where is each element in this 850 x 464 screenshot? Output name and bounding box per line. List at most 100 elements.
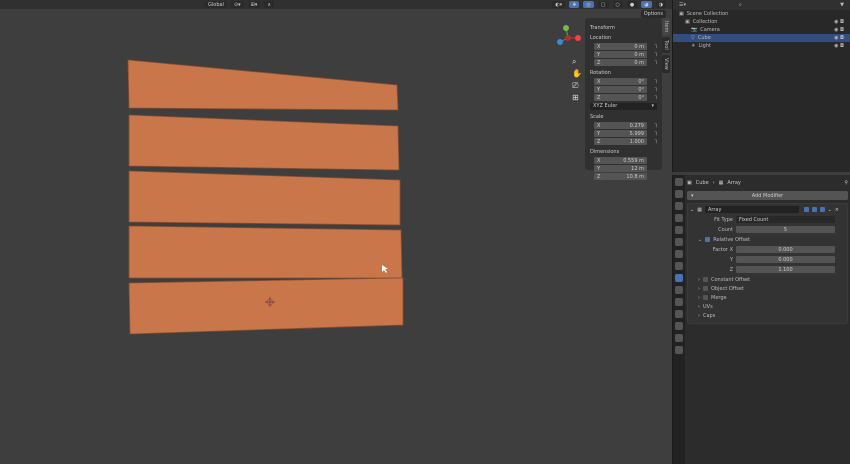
delete-icon[interactable]: ×	[835, 207, 839, 213]
scale-y-field[interactable]: Y 5.999 ⅂	[594, 130, 657, 137]
relative-offset-checkbox[interactable]	[705, 237, 711, 242]
display-mode-icon[interactable]: ☰▾	[679, 2, 686, 8]
viewport-toggle-icon[interactable]	[811, 207, 817, 212]
plank-4[interactable]	[128, 225, 403, 279]
rotation-z-field[interactable]: Z 0° ⅂	[594, 94, 657, 101]
visibility-eye-icon[interactable]: ◉ ◘	[834, 19, 844, 25]
x-axis-icon[interactable]	[575, 35, 581, 41]
outliner: ☰▾ ⌕ ▼ ▣ Scene Collection ▣ Collection ◉ ◘ 📷 Cam…	[672, 0, 850, 172]
search-icon[interactable]: ⌕	[739, 2, 742, 8]
texture-tab-icon[interactable]	[675, 346, 683, 354]
pin-icon[interactable]: ⚲	[844, 180, 848, 186]
properties-tabs	[673, 175, 685, 464]
location-z-field[interactable]: Z 0 m ⅂	[594, 59, 657, 66]
output-tab-icon[interactable]	[675, 202, 683, 210]
render-tab-icon[interactable]	[675, 190, 683, 198]
dimensions-z-field[interactable]: Z 10.8 m	[594, 173, 647, 180]
pan-hand-icon[interactable]: ✋	[572, 68, 582, 78]
particles-tab-icon[interactable]	[675, 286, 683, 294]
checkbox[interactable]	[703, 277, 708, 282]
material-tab-icon[interactable]	[675, 334, 683, 342]
tab-tool[interactable]: Tool	[662, 37, 670, 54]
navigation-gizmo[interactable]	[557, 25, 581, 45]
constraints-tab-icon[interactable]	[675, 310, 683, 318]
object-tab-icon[interactable]	[675, 262, 683, 270]
data-tab-icon[interactable]	[675, 322, 683, 330]
dimensions-x-field[interactable]: X 0.559 m	[594, 157, 647, 164]
outliner-item-collection[interactable]: ▣ Collection ◉ ◘	[673, 18, 850, 26]
modifier-name-input[interactable]: Array	[704, 206, 799, 213]
plank-2[interactable]	[128, 114, 400, 171]
rotation-y-field[interactable]: Y 0° ⅂	[594, 86, 657, 93]
value: 5.999	[629, 130, 644, 137]
lock-icon[interactable]: ⅂	[654, 95, 657, 101]
outliner-item-cube[interactable]: ▽ Cube ◉ ◘	[673, 34, 850, 42]
lock-icon[interactable]: ⅂	[654, 139, 657, 145]
world-tab-icon[interactable]	[675, 238, 683, 246]
scene-tab-icon[interactable]	[675, 226, 683, 234]
lock-icon[interactable]: ⅂	[654, 123, 657, 129]
subpanel-uvs[interactable]: › UVs	[688, 302, 847, 311]
factor-field[interactable]: 1.100	[736, 266, 835, 273]
dropdown-icon[interactable]: ⌄	[828, 207, 832, 213]
plank-3[interactable]	[128, 170, 401, 226]
plank-1[interactable]	[127, 59, 399, 111]
lock-icon[interactable]: ⅂	[654, 131, 657, 137]
visibility-eye-icon[interactable]: ◉ ◘	[834, 43, 844, 49]
transform-header[interactable]: Transform	[590, 25, 659, 31]
tab-item[interactable]: Item	[662, 18, 670, 36]
array-modifier-panel: ⌄ ▦ Array ⌄ × Fit Type Fixed Count Count 5 ⌄…	[687, 203, 848, 324]
camera-view-icon[interactable]: ⎚	[572, 81, 579, 90]
factor-field[interactable]: 0.000	[736, 256, 835, 263]
edit-mode-toggle-icon[interactable]	[803, 207, 809, 212]
physics-tab-icon[interactable]	[675, 298, 683, 306]
add-modifier-button[interactable]: ▾ Add Modifier	[687, 191, 848, 200]
y-axis-icon[interactable]	[563, 25, 569, 31]
subpanel-merge[interactable]: › Merge	[688, 293, 847, 302]
filter-icon[interactable]: ▼	[840, 2, 844, 8]
location-y-field[interactable]: Y 0 m ⅂	[594, 51, 657, 58]
visibility-eye-icon[interactable]: ◉ ◘	[834, 27, 844, 33]
tool-tab-icon[interactable]	[675, 178, 683, 186]
3d-viewport[interactable]: Global ⊙▾ ⊞▾ ∧ ◐▾ ✥ ◎ ▢ ○ ● ◕ ◑ Options …	[0, 0, 672, 464]
rotation-mode-dropdown[interactable]: XYZ Euler ▾	[590, 103, 657, 110]
checkbox[interactable]	[703, 286, 708, 291]
subpanel-object-offset[interactable]: › Object Offset	[688, 284, 847, 293]
collection-tab-icon[interactable]	[675, 250, 683, 258]
lock-icon[interactable]: ⅂	[654, 87, 657, 93]
fit-type-dropdown[interactable]: Fixed Count	[736, 216, 835, 223]
lock-icon[interactable]: ⅂	[654, 60, 657, 66]
tab-view[interactable]: View	[662, 55, 670, 73]
z-axis-icon[interactable]	[557, 39, 563, 45]
factor-field[interactable]: 0.000	[736, 246, 835, 253]
count-field[interactable]: 5	[736, 226, 835, 233]
visibility-eye-icon[interactable]: ◉ ◘	[834, 35, 844, 41]
relative-offset-subpanel[interactable]: ⌄ Relative Offset	[688, 235, 847, 244]
scale-z-field[interactable]: Z 1.000 ⅂	[594, 138, 657, 145]
collapse-chevron-icon[interactable]: ⌄	[690, 207, 694, 213]
subpanel-caps[interactable]: › Caps	[688, 311, 847, 320]
axis-label: X	[597, 78, 601, 85]
outliner-item-light[interactable]: ☀ Light ◉ ◘	[673, 42, 850, 50]
rotation-x-field[interactable]: X 0° ⅂	[594, 78, 657, 85]
lock-icon[interactable]: ⅂	[654, 79, 657, 85]
location-x-field[interactable]: X 0 m ⅂	[594, 43, 657, 50]
render-toggle-icon[interactable]	[819, 207, 825, 212]
lock-icon[interactable]: ⅂	[654, 52, 657, 58]
dimensions-y-field[interactable]: Y 12 m	[594, 165, 647, 172]
zoom-icon[interactable]: ⌕	[572, 57, 576, 66]
scale-x-field[interactable]: X 0.279 ⅂	[594, 122, 657, 129]
item-label: Camera	[700, 27, 720, 33]
cube-icon: ▣	[687, 180, 692, 186]
view-layer-tab-icon[interactable]	[675, 214, 683, 222]
perspective-grid-icon[interactable]: ⊞	[572, 93, 579, 102]
modifier-tab-icon[interactable]	[675, 274, 683, 282]
checkbox[interactable]	[703, 295, 708, 300]
value: 0°	[638, 86, 644, 93]
plank-5[interactable]	[128, 277, 404, 335]
subpanel-constant-offset[interactable]: › Constant Offset	[688, 275, 847, 284]
outliner-item-camera[interactable]: 📷 Camera ◉ ◘	[673, 26, 850, 34]
item-label: Light	[698, 43, 711, 49]
lock-icon[interactable]: ⅂	[654, 44, 657, 50]
outliner-item-scene-collection[interactable]: ▣ Scene Collection	[673, 10, 850, 18]
